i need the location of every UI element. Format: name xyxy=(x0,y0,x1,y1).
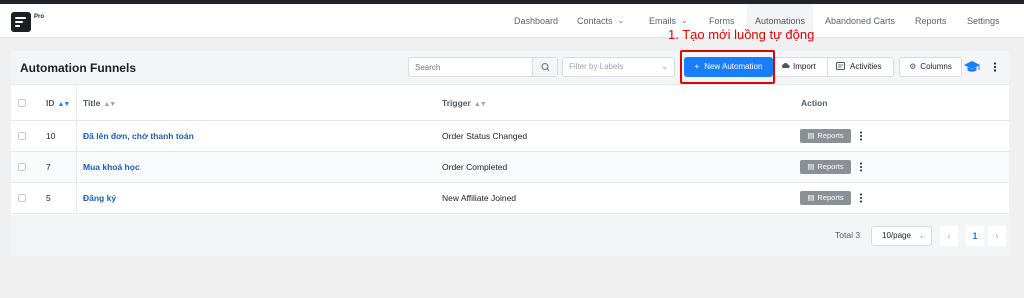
column-divider xyxy=(76,86,77,121)
row-checkbox[interactable] xyxy=(18,163,26,171)
row-more-icon[interactable] xyxy=(858,191,864,205)
search-button[interactable] xyxy=(532,58,557,76)
column-header-action: Action xyxy=(801,98,828,108)
row-checkbox[interactable] xyxy=(18,132,26,140)
row-id: 10 xyxy=(46,131,56,141)
page-title: Automation Funnels xyxy=(20,61,136,75)
next-page-button[interactable]: › xyxy=(988,226,1006,246)
chevron-down-icon: ⌄ xyxy=(617,16,625,25)
import-activities-group: Import Activities xyxy=(774,57,894,77)
column-divider xyxy=(76,121,77,152)
table-header: ID ▲▼ Title ▲▼ Trigger ▲▼ Action xyxy=(11,86,1009,121)
chevron-down-icon: ⌄ xyxy=(661,62,668,71)
row-checkbox[interactable] xyxy=(18,194,26,202)
column-divider xyxy=(76,152,77,183)
chevron-down-icon: ⌄ xyxy=(918,231,925,240)
select-all-checkbox[interactable] xyxy=(18,99,26,107)
table-row: 5 Đăng ký New Affiliate Joined ▤ Reports xyxy=(11,183,1009,214)
import-button[interactable]: Import xyxy=(781,58,816,76)
row-id: 7 xyxy=(46,162,51,172)
nav-reports[interactable]: Reports xyxy=(915,4,947,38)
column-header-id[interactable]: ID ▲▼ xyxy=(46,86,71,121)
column-divider xyxy=(76,183,77,214)
search-icon xyxy=(541,63,550,71)
report-icon: ▤ xyxy=(807,131,815,140)
page-number-current[interactable]: 1 xyxy=(966,226,984,246)
filter-by-labels-select[interactable]: Filter by Labels ⌄ xyxy=(562,57,675,77)
pagination-bar: Total 3 10/page ⌄ ‹ 1 › xyxy=(11,215,1009,256)
reports-button[interactable]: ▤ Reports xyxy=(800,129,851,143)
report-icon: ▤ xyxy=(807,193,815,202)
gear-icon: ⚙ xyxy=(909,62,917,71)
logo-pro-badge: Pro xyxy=(34,14,45,20)
table-row: 7 Mua khoá học Order Completed ▤ Reports xyxy=(11,152,1009,183)
nav-contacts[interactable]: Contacts ⌄ xyxy=(577,4,624,38)
report-icon: ▤ xyxy=(807,162,815,171)
sort-icon: ▲▼ xyxy=(57,101,71,108)
sort-icon: ▲▼ xyxy=(103,101,116,108)
total-count: Total 3 xyxy=(835,230,861,240)
tutorial-annotation-label: 1. Tạo mới luồng tự động xyxy=(668,27,815,42)
row-more-icon[interactable] xyxy=(858,160,864,174)
row-trigger: New Affiliate Joined xyxy=(442,193,517,203)
search-input[interactable] xyxy=(409,58,533,76)
activity-log-icon xyxy=(836,62,845,70)
columns-button[interactable]: ⚙ Columns xyxy=(899,57,962,77)
graduation-cap-icon[interactable] xyxy=(964,60,980,73)
funnel-title-link[interactable]: Mua khoá học xyxy=(83,152,140,183)
sort-icon: ▲▼ xyxy=(473,101,487,108)
table-row: 10 Đã lên đơn, chờ thanh toán Order Stat… xyxy=(11,121,1009,152)
column-header-title[interactable]: Title ▲▼ xyxy=(83,86,116,121)
activities-button[interactable]: Activities xyxy=(836,58,882,76)
search-field xyxy=(408,57,558,77)
row-id: 5 xyxy=(46,193,51,203)
cloud-download-icon xyxy=(781,63,790,68)
prev-page-button[interactable]: ‹ xyxy=(940,226,958,246)
nav-dashboard[interactable]: Dashboard xyxy=(514,4,558,38)
top-navigation: Pro Dashboard Contacts ⌄ Emails ⌄ Forms Au… xyxy=(0,4,1024,38)
page-size-select[interactable]: 10/page ⌄ xyxy=(871,226,932,246)
reports-button[interactable]: ▤ Reports xyxy=(800,191,851,205)
more-options-icon[interactable] xyxy=(991,58,999,76)
tutorial-highlight-box xyxy=(680,50,775,84)
nav-settings[interactable]: Settings xyxy=(967,4,1000,38)
column-header-trigger[interactable]: Trigger ▲▼ xyxy=(442,86,487,121)
row-more-icon[interactable] xyxy=(858,129,864,143)
nav-abandoned-carts[interactable]: Abandoned Carts xyxy=(825,4,895,38)
row-trigger: Order Status Changed xyxy=(442,131,528,141)
reports-button[interactable]: ▤ Reports xyxy=(800,160,851,174)
automation-funnels-card: Automation Funnels Filter by Labels ⌄ +N… xyxy=(11,51,1009,256)
app-logo[interactable] xyxy=(11,12,31,32)
divider xyxy=(827,58,828,76)
card-header: Automation Funnels Filter by Labels ⌄ +N… xyxy=(11,51,1009,85)
funnel-title-link[interactable]: Đã lên đơn, chờ thanh toán xyxy=(83,121,194,152)
funnel-title-link[interactable]: Đăng ký xyxy=(83,183,116,214)
row-trigger: Order Completed xyxy=(442,162,508,172)
